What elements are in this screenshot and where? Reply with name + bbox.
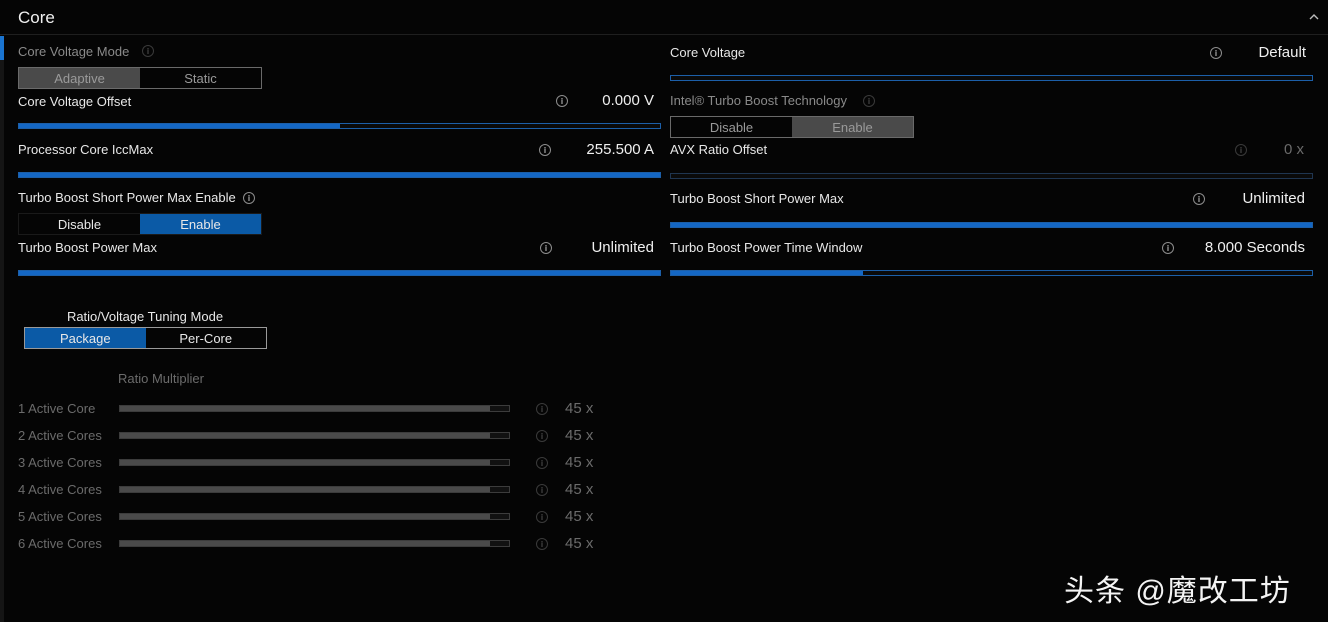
active-core-label: 2 Active Cores xyxy=(18,428,102,443)
ratio-value: 45 x xyxy=(565,400,594,417)
turbo-boost-technology-toggle[interactable]: Disable Enable xyxy=(670,116,914,138)
option-disable[interactable]: Disable xyxy=(19,214,140,234)
active-core-label: 1 Active Core xyxy=(18,401,96,416)
turbo-boost-technology-label: Intel® Turbo Boost Technology xyxy=(670,93,848,108)
tuning-mode-toggle[interactable]: Package Per-Core xyxy=(24,327,267,349)
turbo-boost-power-max-value: Unlimited xyxy=(591,239,654,256)
slider-fill xyxy=(120,541,490,546)
info-icon[interactable]: i xyxy=(536,430,548,442)
processor-core-iccmax-value: 255.500 A xyxy=(586,141,654,158)
slider-fill xyxy=(120,433,490,438)
page-title: Core xyxy=(18,8,55,27)
ratio-slider[interactable] xyxy=(119,432,510,439)
slider-fill xyxy=(19,173,660,177)
slider-fill xyxy=(120,460,490,465)
option-package[interactable]: Package xyxy=(25,328,146,348)
turbo-boost-short-power-max-value: Unlimited xyxy=(1242,190,1305,207)
core-voltage-value: Default xyxy=(1258,44,1306,61)
ratio-value: 45 x xyxy=(565,427,594,444)
turbo-boost-power-max-slider[interactable] xyxy=(18,270,661,276)
processor-core-iccmax-slider[interactable] xyxy=(18,172,661,178)
turbo-boost-short-power-max-slider[interactable] xyxy=(670,222,1313,228)
avx-ratio-offset-value: 0 x xyxy=(1283,141,1304,158)
core-voltage-offset-label: Core Voltage Offset xyxy=(18,94,132,109)
active-core-label: 5 Active Cores xyxy=(18,509,102,524)
info-icon[interactable]: i xyxy=(536,484,548,496)
option-per-core[interactable]: Per-Core xyxy=(146,328,267,348)
turbo-boost-power-time-window-label: Turbo Boost Power Time Window xyxy=(670,240,863,255)
avx-ratio-offset-label: AVX Ratio Offset xyxy=(670,142,768,157)
processor-core-iccmax-label: Processor Core IccMax xyxy=(18,142,154,157)
slider-fill xyxy=(120,514,490,519)
active-core-label: 6 Active Cores xyxy=(18,536,102,551)
slider-fill xyxy=(19,124,340,128)
slider-fill xyxy=(671,271,864,275)
left-rail xyxy=(0,60,4,622)
info-icon[interactable]: i xyxy=(536,457,548,469)
info-icon[interactable]: i xyxy=(243,192,255,204)
avx-ratio-offset-slider[interactable] xyxy=(670,173,1313,179)
slider-fill xyxy=(671,223,1312,227)
active-core-label: 4 Active Cores xyxy=(18,482,102,497)
ratio-multiplier-header: Ratio Multiplier xyxy=(118,371,204,386)
ratio-slider[interactable] xyxy=(119,486,510,493)
core-voltage-offset-slider[interactable] xyxy=(18,123,661,129)
core-voltage-mode-label: Core Voltage Mode xyxy=(18,44,130,59)
ratio-value: 45 x xyxy=(565,481,594,498)
short-power-max-enable-label: Turbo Boost Short Power Max Enable xyxy=(18,190,236,205)
tuning-mode-title: Ratio/Voltage Tuning Mode xyxy=(66,309,224,324)
slider-fill xyxy=(19,271,660,275)
short-power-max-enable-toggle[interactable]: Disable Enable xyxy=(18,213,262,235)
option-enable[interactable]: Enable xyxy=(792,117,913,137)
core-voltage-label: Core Voltage xyxy=(670,45,746,60)
option-adaptive[interactable]: Adaptive xyxy=(19,68,140,88)
ratio-slider[interactable] xyxy=(119,459,510,466)
slider-fill xyxy=(120,406,490,411)
ratio-value: 45 x xyxy=(565,508,594,525)
core-voltage-offset-value: 0.000 V xyxy=(602,92,654,109)
ratio-slider[interactable] xyxy=(119,540,510,547)
turbo-boost-short-power-max-label: Turbo Boost Short Power Max xyxy=(670,191,844,206)
option-static[interactable]: Static xyxy=(140,68,261,88)
watermark: 头条 @魔改工坊 xyxy=(1064,575,1291,608)
ratio-slider[interactable] xyxy=(119,405,510,412)
chevron-up-icon[interactable] xyxy=(1306,9,1322,25)
option-enable[interactable]: Enable xyxy=(140,214,261,234)
slider-fill xyxy=(120,487,490,492)
section-accent-bar xyxy=(0,36,4,60)
info-icon[interactable]: i xyxy=(863,95,875,107)
info-icon[interactable]: i xyxy=(1162,242,1174,254)
turbo-boost-power-time-window-value: 8.000 Seconds xyxy=(1204,239,1305,256)
core-voltage-slider[interactable] xyxy=(670,75,1313,81)
ratio-slider[interactable] xyxy=(119,513,510,520)
ratio-value: 45 x xyxy=(565,535,594,552)
active-core-label: 3 Active Cores xyxy=(18,455,102,470)
core-voltage-mode-toggle[interactable]: Adaptive Static xyxy=(18,67,262,89)
info-icon[interactable]: i xyxy=(536,403,548,415)
info-icon[interactable]: i xyxy=(536,511,548,523)
ratio-value: 45 x xyxy=(565,454,594,471)
info-icon[interactable]: i xyxy=(142,45,154,57)
turbo-boost-power-max-label: Turbo Boost Power Max xyxy=(18,240,157,255)
turbo-boost-power-time-window-slider[interactable] xyxy=(670,270,1313,276)
info-icon[interactable]: i xyxy=(539,144,551,156)
header-divider xyxy=(0,34,1328,35)
option-disable[interactable]: Disable xyxy=(671,117,792,137)
info-icon[interactable]: i xyxy=(536,538,548,550)
